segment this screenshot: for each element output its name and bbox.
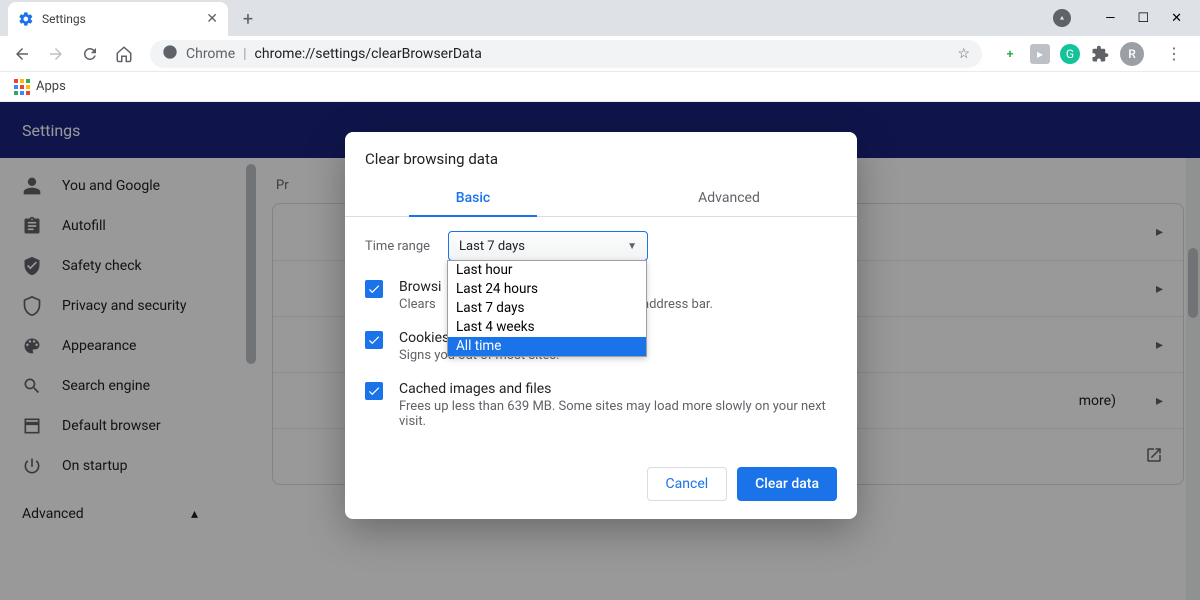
extension-icons: + ▸ G R: [994, 42, 1150, 66]
time-range-select[interactable]: Last 7 days ▼: [448, 231, 648, 261]
checkbox[interactable]: [365, 280, 383, 298]
profile-badge-icon[interactable]: [1053, 9, 1071, 27]
maximize-button[interactable]: ☐: [1137, 11, 1149, 26]
browser-menu-button[interactable]: ⋮: [1156, 44, 1192, 63]
url-path: chrome://settings/clearBrowserData: [255, 46, 482, 62]
time-range-label: Time range: [365, 239, 430, 254]
apps-label[interactable]: Apps: [36, 79, 66, 94]
tab-title: Settings: [42, 12, 86, 26]
dropdown-option[interactable]: Last 24 hours: [448, 280, 646, 299]
clear-data-button[interactable]: Clear data: [737, 467, 837, 501]
browser-toolbar: Chrome | chrome://settings/clearBrowserD…: [0, 36, 1200, 72]
home-button[interactable]: [110, 40, 138, 68]
clear-item-cache: Cached images and files Frees up less th…: [365, 381, 837, 429]
bookmark-star-icon[interactable]: ☆: [957, 46, 970, 62]
browser-tab[interactable]: Settings ✕: [8, 2, 228, 36]
url-host: Chrome: [186, 46, 235, 62]
dropdown-option[interactable]: Last hour: [448, 261, 646, 280]
site-info-icon[interactable]: [162, 44, 178, 64]
address-bar[interactable]: Chrome | chrome://settings/clearBrowserD…: [150, 40, 982, 68]
tab-advanced[interactable]: Advanced: [601, 180, 857, 216]
time-range-dropdown: Last hour Last 24 hours Last 7 days Last…: [447, 260, 647, 357]
extensions-puzzle-icon[interactable]: [1090, 44, 1110, 64]
checkbox[interactable]: [365, 382, 383, 400]
gear-icon: [18, 11, 34, 27]
dialog-title: Clear browsing data: [345, 132, 857, 180]
close-tab-icon[interactable]: ✕: [206, 11, 218, 27]
extension-icon[interactable]: +: [1000, 44, 1020, 64]
item-title: Cached images and files: [399, 381, 837, 397]
bookmarks-bar: Apps: [0, 72, 1200, 102]
item-subtitle: Frees up less than 639 MB. Some sites ma…: [399, 399, 837, 429]
checkbox[interactable]: [365, 331, 383, 349]
window-controls: — ☐ ✕: [1053, 0, 1200, 36]
forward-button[interactable]: [42, 40, 70, 68]
grammarly-icon[interactable]: G: [1060, 44, 1080, 64]
dropdown-option[interactable]: Last 7 days: [448, 299, 646, 318]
dropdown-option-highlighted[interactable]: All time: [448, 337, 646, 356]
dropdown-option[interactable]: Last 4 weeks: [448, 318, 646, 337]
reload-button[interactable]: [76, 40, 104, 68]
extension-icon[interactable]: ▸: [1030, 44, 1050, 64]
close-window-button[interactable]: ✕: [1171, 11, 1182, 26]
dialog-tabs: Basic Advanced: [345, 180, 857, 217]
time-range-value: Last 7 days: [459, 239, 525, 254]
cancel-button[interactable]: Cancel: [647, 467, 728, 501]
back-button[interactable]: [8, 40, 36, 68]
new-tab-button[interactable]: +: [234, 5, 262, 33]
caret-down-icon: ▼: [627, 241, 637, 252]
minimize-button[interactable]: —: [1105, 11, 1115, 26]
apps-icon[interactable]: [14, 79, 30, 95]
profile-avatar[interactable]: R: [1120, 42, 1144, 66]
tab-basic[interactable]: Basic: [345, 180, 601, 216]
clear-browsing-data-dialog: Clear browsing data Basic Advanced Time …: [345, 132, 857, 519]
browser-titlebar: Settings ✕ + — ☐ ✕: [0, 0, 1200, 36]
